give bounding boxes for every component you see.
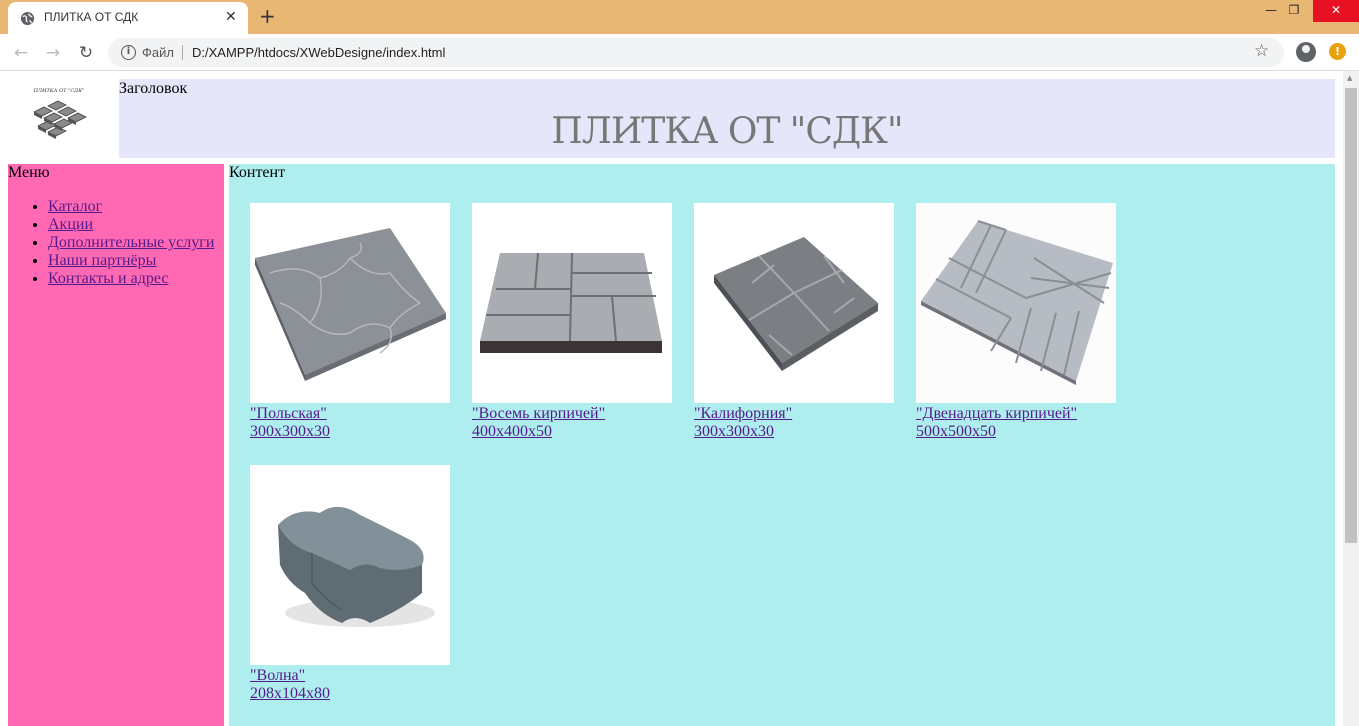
file-label: Файл	[142, 45, 174, 60]
product-name[interactable]: "Восемь кирпичей"	[472, 405, 605, 423]
logo-text: ПЛИТКА ОТ "СДК"	[33, 88, 85, 94]
product-size[interactable]: 300x300x30	[694, 423, 774, 441]
product-size[interactable]: 208x104x80	[250, 685, 330, 703]
product-name[interactable]: "Волна"	[250, 667, 305, 685]
page-viewport: ПЛИТКА ОТ "СДК" Заголовок ПЛИТКА ОТ "СДК…	[0, 71, 1343, 726]
product-image[interactable]	[694, 203, 894, 403]
product-size[interactable]: 300x300x30	[250, 423, 330, 441]
browser-toolbar: ← → ↻ i Файл D:/XAMPP/htdocs/XWebDesigne…	[0, 34, 1359, 71]
menu-item-catalog: Каталог	[48, 198, 214, 216]
product-name[interactable]: "Калифорния"	[694, 405, 792, 423]
plus-icon[interactable]: +	[259, 5, 276, 27]
product-image[interactable]	[472, 203, 672, 403]
url-text[interactable]: D:/XAMPP/htdocs/XWebDesigne/index.html	[192, 45, 445, 60]
menu-link-services[interactable]: Дополнительные услуги	[48, 234, 214, 251]
restore-button[interactable]: ❐	[1276, 0, 1312, 22]
reload-icon[interactable]: ↻	[75, 42, 97, 64]
product-image[interactable]	[916, 203, 1116, 403]
profile-icon[interactable]	[1296, 42, 1316, 62]
page-title: ПЛИТКА ОТ "СДК"	[551, 111, 903, 152]
menu-item-promotions: Акции	[48, 216, 214, 234]
back-arrow-icon[interactable]: ←	[10, 42, 32, 64]
window-close-button[interactable]: ✕	[1313, 0, 1359, 22]
product-image[interactable]	[250, 465, 450, 665]
tab-title: ПЛИТКА ОТ СДК	[44, 10, 139, 24]
star-icon[interactable]: ☆	[1254, 41, 1269, 61]
menu-item-partners: Наши партнёры	[48, 252, 214, 270]
info-icon[interactable]: i	[121, 45, 136, 60]
close-icon[interactable]: ✕	[225, 9, 237, 25]
product-name[interactable]: "Польская"	[250, 405, 327, 423]
browser-titlebar: ПЛИТКА ОТ СДК ✕ + — ❐ ✕	[0, 0, 1359, 34]
menu-label: Меню	[8, 164, 50, 181]
sidebar-menu: Меню Каталог Акции Дополнительные услуги…	[8, 164, 224, 726]
menu-link-promotions[interactable]: Акции	[48, 216, 93, 233]
page-header: Заголовок ПЛИТКА ОТ "СДК"	[119, 79, 1335, 158]
paving-stones-logo-image	[33, 100, 87, 139]
alert-icon[interactable]: !	[1329, 43, 1346, 60]
content-area: Контент "Польская" 300x300x30 "Восемь ки…	[229, 164, 1335, 726]
product-size[interactable]: 500x500x50	[916, 423, 996, 441]
header-label: Заголовок	[119, 80, 188, 97]
product-size[interactable]: 400x400x50	[472, 423, 552, 441]
site-logo: ПЛИТКА ОТ "СДК"	[26, 88, 92, 144]
scroll-up-arrow-icon[interactable]: ▲	[1347, 74, 1352, 82]
content-label: Контент	[229, 164, 286, 181]
product-image[interactable]	[250, 203, 450, 403]
menu-link-contacts[interactable]: Контакты и адрес	[48, 270, 168, 287]
menu-item-services: Дополнительные услуги	[48, 234, 214, 252]
browser-tab[interactable]: ПЛИТКА ОТ СДК ✕	[8, 2, 248, 34]
product-name[interactable]: "Двенадцать кирпичей"	[916, 405, 1077, 423]
omnibox-divider	[182, 45, 183, 60]
menu-item-contacts: Контакты и адрес	[48, 270, 214, 288]
menu-link-catalog[interactable]: Каталог	[48, 198, 102, 215]
scrollbar-thumb[interactable]	[1345, 88, 1357, 543]
menu-link-partners[interactable]: Наши партнёры	[48, 252, 156, 269]
menu-list: Каталог Акции Дополнительные услуги Наши…	[28, 198, 214, 288]
page-scrollbar[interactable]: ▲	[1343, 71, 1359, 726]
forward-arrow-icon[interactable]: →	[42, 42, 64, 64]
globe-icon	[20, 11, 35, 26]
address-bar[interactable]: i Файл D:/XAMPP/htdocs/XWebDesigne/index…	[108, 38, 1284, 67]
